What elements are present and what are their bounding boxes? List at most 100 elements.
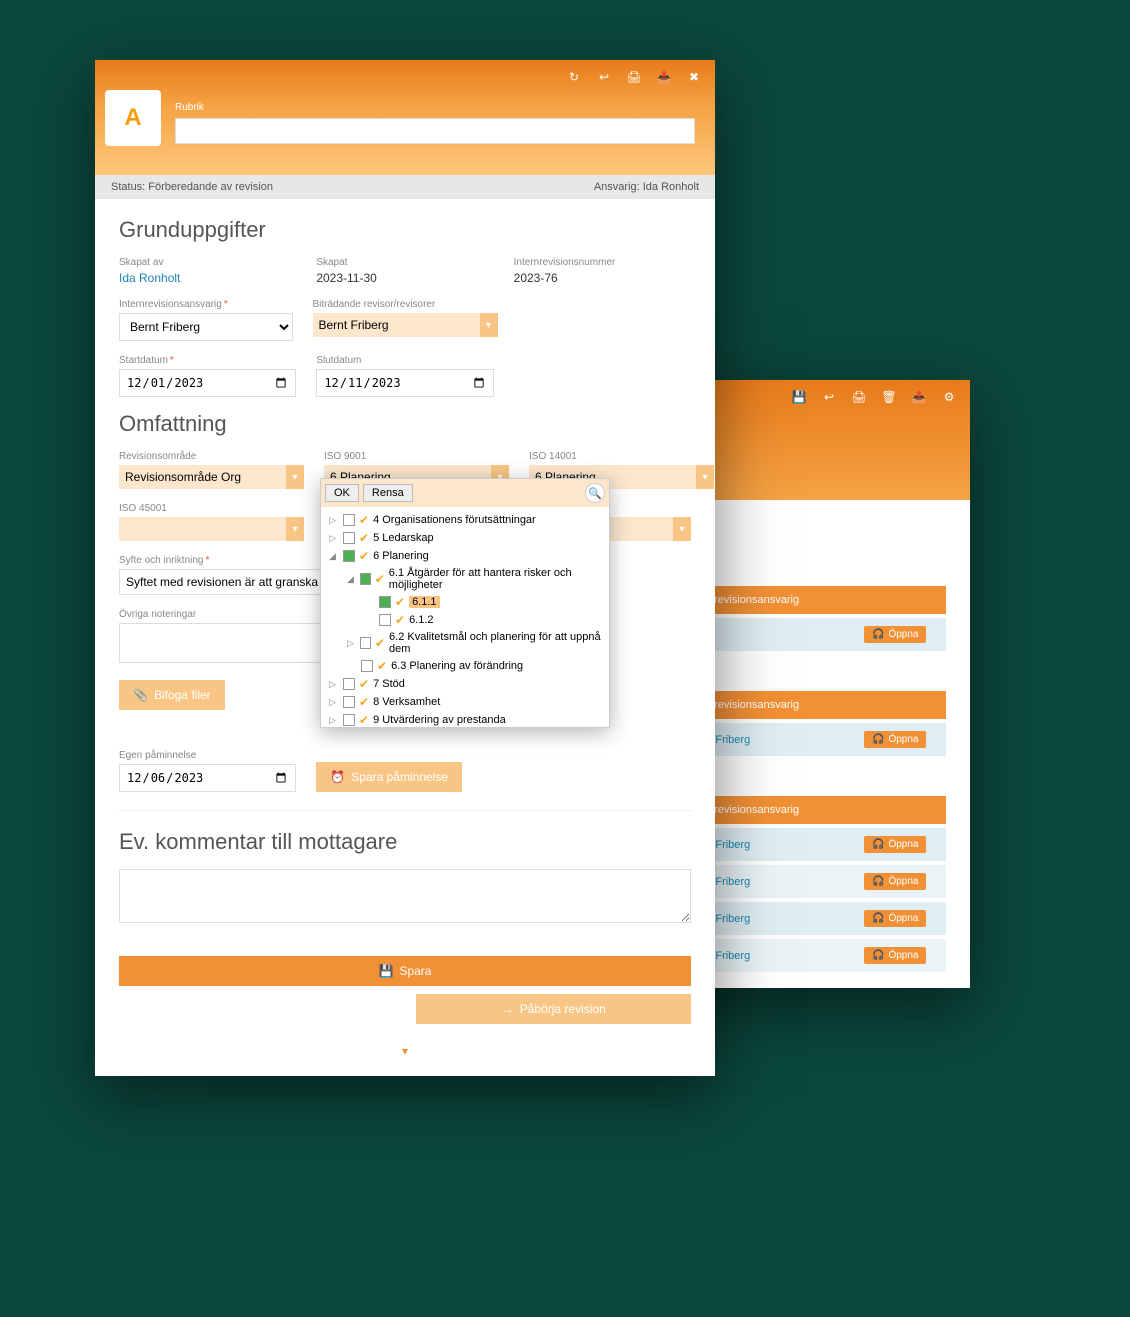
- section-grunduppgifter: Grunduppgifter: [119, 217, 691, 243]
- headset-icon: 🎧: [872, 950, 884, 961]
- checkbox[interactable]: [343, 678, 355, 690]
- export-icon[interactable]: 📤: [653, 66, 675, 88]
- responsible-select[interactable]: Bernt Friberg: [119, 313, 293, 341]
- iso9001-tree-popup: OK Rensa 🔍 ▷✔4 Organisationens förutsätt…: [320, 478, 610, 728]
- refresh-icon[interactable]: ↻: [563, 66, 585, 88]
- checkbox[interactable]: [360, 637, 371, 649]
- chevron-down-icon[interactable]: ▾: [696, 465, 714, 489]
- tree-node-selected[interactable]: ✔6.1.1: [329, 593, 601, 611]
- rubrik-input[interactable]: [175, 118, 695, 144]
- iso45001-select[interactable]: ▾: [119, 517, 304, 541]
- checkbox[interactable]: [343, 532, 355, 544]
- delete-icon[interactable]: 🗑: [878, 386, 900, 408]
- status-bar: Status: Förberedande av revision Ansvari…: [95, 175, 715, 199]
- modal-header: ↻ ↩ 🖨 📤 ✖ A Rubrik: [95, 60, 715, 175]
- flag-icon: ✔: [359, 713, 369, 727]
- section-kommentar: Ev. kommentar till mottagare: [119, 829, 691, 855]
- comment-textarea[interactable]: [119, 869, 691, 923]
- tree-node[interactable]: ▷✔7 Stöd: [329, 675, 601, 693]
- section-omfattning: Omfattning: [119, 411, 691, 437]
- flag-icon: ✔: [375, 572, 385, 586]
- save-icon: 💾: [379, 964, 394, 978]
- expand-icon[interactable]: ▷: [329, 679, 339, 690]
- open-button[interactable]: 🎧Öppna: [864, 626, 926, 643]
- created-by-link[interactable]: Ida Ronholt: [119, 271, 180, 285]
- status-text: Status: Förberedande av revision: [111, 181, 594, 193]
- reminder-date-input[interactable]: [119, 764, 296, 792]
- checkbox[interactable]: [343, 714, 355, 726]
- tree-node[interactable]: ▷✔6.2 Kvalitetsmål och planering för att…: [329, 629, 601, 657]
- arrow-right-icon: →: [502, 1002, 514, 1016]
- expand-icon[interactable]: ▷: [329, 533, 339, 544]
- headset-icon: 🎧: [872, 913, 884, 924]
- checkbox[interactable]: [361, 660, 373, 672]
- flag-icon: ✔: [359, 549, 369, 563]
- flag-icon: ✔: [377, 659, 387, 673]
- chevron-down-icon[interactable]: ▾: [286, 465, 304, 489]
- tree-node[interactable]: ▷✔5 Ledarskap: [329, 529, 601, 547]
- flag-icon: ✔: [359, 695, 369, 709]
- collapse-icon[interactable]: ◢: [347, 574, 356, 585]
- open-button[interactable]: 🎧Öppna: [864, 836, 926, 853]
- tree-node[interactable]: ◢✔6 Planering: [329, 547, 601, 565]
- end-date-input[interactable]: [316, 369, 493, 397]
- tree-node[interactable]: ▷✔8 Verksamhet: [329, 693, 601, 711]
- checkbox[interactable]: [379, 614, 391, 626]
- headset-icon: 🎧: [872, 734, 884, 745]
- close-icon[interactable]: ✖: [683, 66, 705, 88]
- checkbox-checked[interactable]: [379, 596, 391, 608]
- flag-icon: ✔: [395, 613, 405, 627]
- rubrik-label: Rubrik: [175, 102, 695, 113]
- assistant-select[interactable]: ▾: [313, 313, 498, 337]
- flag-icon: ✔: [359, 677, 369, 691]
- tree-node[interactable]: ✔6.3 Planering av förändring: [329, 657, 601, 675]
- flag-icon: ✔: [359, 531, 369, 545]
- flag-icon: ✔: [395, 595, 405, 609]
- open-button[interactable]: 🎧Öppna: [864, 873, 926, 890]
- search-icon[interactable]: 🔍: [585, 483, 605, 503]
- tree-node[interactable]: ✔6.1.2: [329, 611, 601, 629]
- app-logo-icon: A: [105, 90, 161, 146]
- tree-node[interactable]: ▷✔9 Utvärdering av prestanda: [329, 711, 601, 727]
- clock-icon: ⏰: [330, 770, 345, 784]
- export-icon[interactable]: 📤: [908, 386, 930, 408]
- checkbox-checked[interactable]: [343, 550, 355, 562]
- open-button[interactable]: 🎧Öppna: [864, 910, 926, 927]
- checkbox[interactable]: [343, 696, 355, 708]
- save-reminder-button[interactable]: ⏰Spara påminnelse: [316, 762, 462, 792]
- checkbox-checked[interactable]: [360, 573, 371, 585]
- expand-icon[interactable]: ▷: [329, 515, 339, 526]
- expand-icon[interactable]: ▷: [329, 715, 339, 726]
- print-icon[interactable]: 🖨: [848, 386, 870, 408]
- chevron-down-icon[interactable]: ▾: [673, 517, 691, 541]
- start-revision-button[interactable]: →Påbörja revision: [416, 994, 691, 1024]
- open-button[interactable]: 🎧Öppna: [864, 731, 926, 748]
- undo-icon[interactable]: ↩: [818, 386, 840, 408]
- tree-ok-button[interactable]: OK: [325, 484, 359, 502]
- chevron-down-icon[interactable]: ▾: [480, 313, 498, 337]
- open-button[interactable]: 🎧Öppna: [864, 947, 926, 964]
- save-icon[interactable]: 💾: [788, 386, 810, 408]
- created-date: 2023-11-30: [316, 271, 377, 285]
- checkbox[interactable]: [343, 514, 355, 526]
- attach-files-button[interactable]: 📎Bifoga filer: [119, 680, 225, 710]
- undo-icon[interactable]: ↩: [593, 66, 615, 88]
- headset-icon: 🎧: [872, 839, 884, 850]
- chevron-down-icon[interactable]: ▾: [286, 517, 304, 541]
- expand-icon[interactable]: ▷: [329, 697, 339, 708]
- collapse-icon[interactable]: ◢: [329, 551, 339, 562]
- start-date-input[interactable]: [119, 369, 296, 397]
- flag-icon: ✔: [359, 513, 369, 527]
- collapse-icon[interactable]: ▾: [119, 1044, 691, 1058]
- tree-node[interactable]: ▷✔4 Organisationens förutsättningar: [329, 511, 601, 529]
- paperclip-icon: 📎: [133, 688, 148, 702]
- settings-icon[interactable]: ⚙: [938, 386, 960, 408]
- tree-clear-button[interactable]: Rensa: [363, 484, 413, 502]
- save-button[interactable]: 💾Spara: [119, 956, 691, 986]
- revision-area-select[interactable]: ▾: [119, 465, 304, 489]
- responsible-text: Ansvarig: Ida Ronholt: [594, 181, 699, 193]
- print-icon[interactable]: 🖨: [623, 66, 645, 88]
- revision-number: 2023-76: [514, 271, 558, 285]
- expand-icon[interactable]: ▷: [347, 638, 356, 649]
- tree-node[interactable]: ◢✔6.1 Åtgärder för att hantera risker oc…: [329, 565, 601, 593]
